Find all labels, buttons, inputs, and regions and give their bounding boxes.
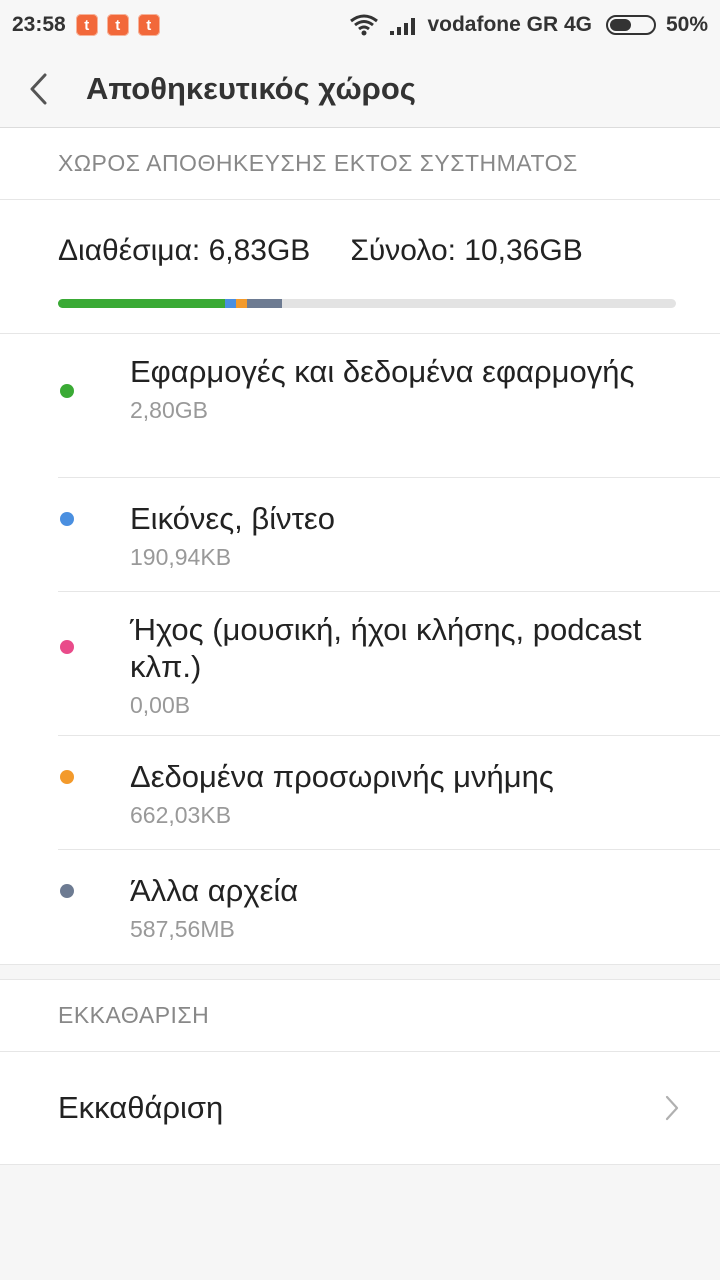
color-dot-icon <box>60 770 74 784</box>
storage-usage-bar <box>58 299 676 308</box>
chevron-right-icon <box>665 1095 679 1121</box>
section-gap <box>0 964 720 980</box>
item-size: 2,80GB <box>130 397 208 423</box>
item-size: 662,03KB <box>130 802 232 828</box>
app-bar: Αποθηκευτικός χώρος <box>0 50 720 128</box>
item-label: Δεδομένα προσωρινής μνήμης <box>130 759 554 794</box>
storage-item-cache[interactable]: Δεδομένα προσωρινής μνήμης 662,03KB <box>58 736 720 850</box>
item-size: 190,94KB <box>130 544 232 570</box>
status-bar: 23:58 t t t vodafone GR 4G 50% <box>0 0 720 50</box>
carrier-name: vodafone GR 4G <box>427 13 592 36</box>
cleanup-card: ΕΚΚΑΘΑΡΙΣΗ Εκκαθάριση <box>0 980 720 1165</box>
usage-segment-images <box>224 299 236 308</box>
usage-segment-apps <box>58 299 225 308</box>
item-size: 587,56MB <box>130 916 235 942</box>
cleanup-section-header: ΕΚΚΑΘΑΡΙΣΗ <box>0 980 720 1052</box>
back-button[interactable] <box>0 50 86 128</box>
storage-item-audio[interactable]: Ήχος (μουσική, ήχοι κλήσης, podcast κλπ.… <box>58 592 720 736</box>
available-space: Διαθέσιμα: 6,83GB <box>58 234 311 267</box>
color-dot-icon <box>60 884 74 898</box>
item-size: 0,00B <box>130 692 191 718</box>
item-label: Εικόνες, βίντεο <box>130 501 335 536</box>
color-dot-icon <box>60 640 74 654</box>
storage-card: ΧΩΡΟΣ ΑΠΟΘΗΚΕΥΣΗΣ ΕΚΤΟΣ ΣΥΣΤΗΜΑΤΟΣ Διαθέ… <box>0 128 720 964</box>
usage-segment-other <box>247 299 282 308</box>
cleanup-label: Εκκαθάριση <box>58 1090 224 1125</box>
color-dot-icon <box>60 384 74 398</box>
item-label: Άλλα αρχεία <box>130 873 299 908</box>
color-dot-icon <box>60 512 74 526</box>
signal-icon <box>389 14 419 36</box>
battery-percent: 50% <box>665 13 708 36</box>
page-title: Αποθηκευτικός χώρος <box>86 70 416 106</box>
chevron-left-icon <box>30 73 47 104</box>
notification-app-icon: t <box>137 14 160 36</box>
storage-summary: Διαθέσιμα: 6,83GB Σύνολο: 10,36GB <box>0 200 720 334</box>
item-label: Ήχος (μουσική, ήχοι κλήσης, podcast κλπ.… <box>130 612 642 684</box>
total-space: Σύνολο: 10,36GB <box>350 234 583 267</box>
storage-item-other[interactable]: Άλλα αρχεία 587,56MB <box>58 850 720 964</box>
storage-item-images[interactable]: Εικόνες, βίντεο 190,94KB <box>58 478 720 592</box>
battery-icon <box>605 15 656 35</box>
status-time: 23:58 <box>12 13 66 36</box>
storage-section-header: ΧΩΡΟΣ ΑΠΟΘΗΚΕΥΣΗΣ ΕΚΤΟΣ ΣΥΣΤΗΜΑΤΟΣ <box>0 128 720 200</box>
notification-app-icon: t <box>75 14 98 36</box>
item-label: Εφαρμογές και δεδομένα εφαρμογής <box>130 354 635 389</box>
wifi-icon <box>349 14 379 36</box>
notification-app-icon: t <box>106 14 129 36</box>
cleanup-row[interactable]: Εκκαθάριση <box>0 1052 720 1165</box>
usage-segment-cache <box>235 299 248 308</box>
storage-item-apps[interactable]: Εφαρμογές και δεδομένα εφαρμογής 2,80GB <box>58 334 720 478</box>
